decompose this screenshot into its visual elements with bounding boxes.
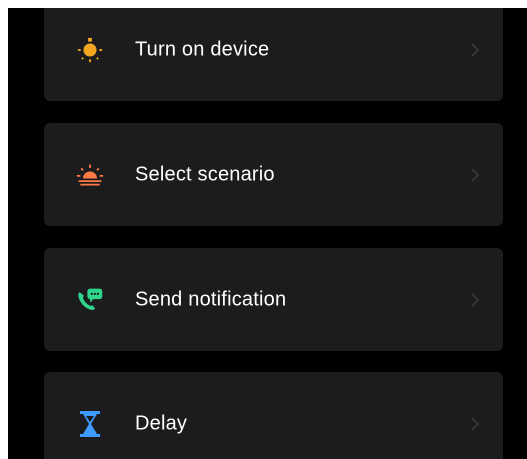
- turn-on-device-item[interactable]: Turn on device: [44, 8, 503, 101]
- delay-item[interactable]: Delay: [44, 372, 503, 459]
- action-label: Turn on device: [135, 38, 270, 60]
- chevron-right-icon: [469, 416, 481, 432]
- action-label: Select scenario: [135, 163, 275, 185]
- lightbulb-icon: [76, 36, 104, 64]
- chevron-right-icon: [469, 42, 481, 58]
- message-phone-icon: [76, 286, 104, 314]
- select-scenario-item[interactable]: Select scenario: [44, 123, 503, 226]
- hourglass-icon: [76, 410, 104, 438]
- sunrise-icon: [76, 161, 104, 189]
- action-label: Delay: [135, 412, 188, 434]
- action-label: Send notification: [135, 288, 287, 310]
- chevron-right-icon: [469, 167, 481, 183]
- chevron-right-icon: [469, 292, 481, 308]
- send-notification-item[interactable]: Send notification: [44, 248, 503, 351]
- action-list-screen: Turn on device Select scenario Send noti…: [8, 8, 527, 459]
